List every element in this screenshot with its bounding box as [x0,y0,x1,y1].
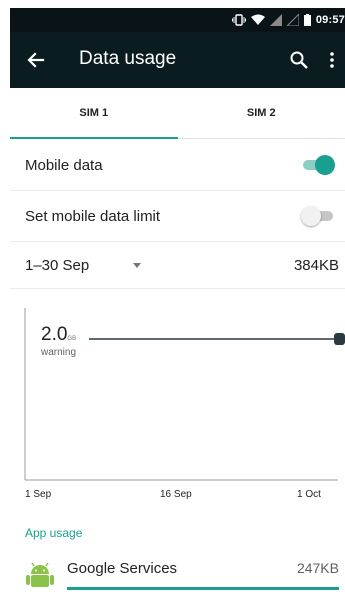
cycle-row: 1–30 Sep 384KB [10,242,345,289]
back-button[interactable] [22,46,50,74]
data-limit-label: Set mobile data limit [25,207,161,225]
more-vert-icon [330,52,334,68]
warning-number: 2.0 [41,324,68,345]
tab-sim-1[interactable]: SIM 1 [10,88,178,139]
warning-value: 2.0GB [41,324,76,346]
app-bar: Data usage [10,32,345,88]
x-label-mid: 16 Sep [160,489,192,500]
status-icons: 09:57 [231,8,345,32]
status-bar: 09:57 [10,8,345,32]
toggle-thumb [315,155,335,175]
app-usage-value: 247KB [296,560,339,576]
page-title: Data usage [79,48,177,69]
mobile-data-label: Mobile data [25,156,103,174]
search-button[interactable] [289,48,311,72]
app-name: Google Services [67,560,178,577]
mobile-data-row[interactable]: Mobile data [10,140,345,191]
search-icon [290,51,308,69]
signal-icon [269,14,282,26]
chart-frame [24,308,345,481]
x-label-start: 1 Sep [25,489,52,500]
usage-bar [67,587,339,590]
warning-unit: GB [67,336,77,342]
dropdown-arrow-icon[interactable] [132,262,142,270]
app-usage-item[interactable]: Google Services 247KB [10,552,345,608]
wifi-icon [250,14,265,25]
warning-label: warning [41,347,77,358]
data-limit-row[interactable]: Set mobile data limit [10,191,345,242]
x-label-end: 1 Oct [297,489,321,500]
mobile-data-toggle[interactable] [301,155,335,175]
status-time: 09:57 [315,14,345,26]
more-options-button[interactable] [325,48,339,72]
signal-sim2-icon [286,14,299,26]
sim-tabs: SIM 1 SIM 2 [10,88,345,139]
cycle-range[interactable]: 1–30 Sep [25,257,89,274]
app-usage-heading: App usage [25,526,83,540]
cycle-total: 384KB [293,256,339,274]
vibrate-icon [231,14,246,26]
tab-sim-2[interactable]: SIM 2 [178,88,345,138]
battery-icon [303,14,311,26]
arrow-back-icon [27,52,45,68]
usage-chart: 2.0GB warning 1 Sep 16 Sep 1 Oct [10,290,345,510]
android-icon [26,562,54,587]
toggle-thumb [301,206,321,226]
data-limit-toggle[interactable] [301,206,335,226]
